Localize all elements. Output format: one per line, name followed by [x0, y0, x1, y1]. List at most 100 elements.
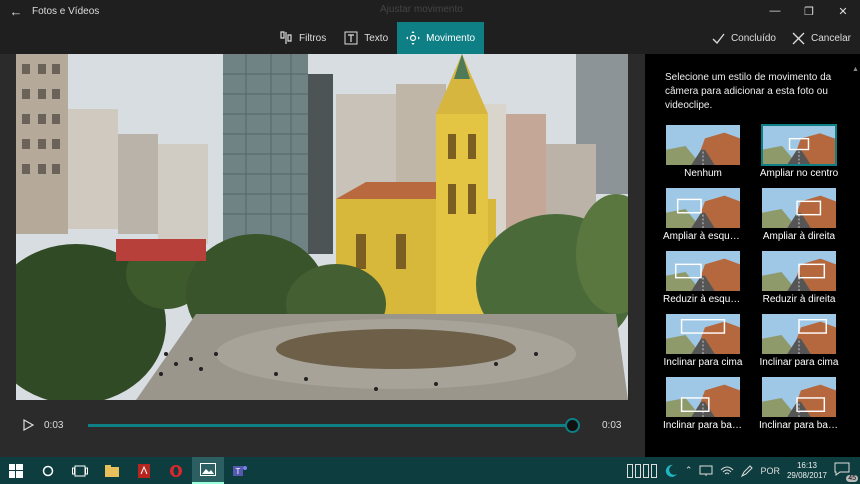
folder-icon	[105, 464, 119, 477]
close-icon	[792, 32, 805, 44]
preview-area: 0:03 0:03	[0, 54, 645, 457]
panel-scrollbar[interactable]: ▲	[852, 66, 859, 456]
network-icon[interactable]	[699, 465, 713, 477]
svg-text:T: T	[236, 467, 241, 476]
motion-style-thumbnail	[761, 124, 837, 166]
motion-style-thumbnail	[665, 124, 741, 166]
taskbar: T ⌃ POR 16:13 29/08/2017 45	[0, 457, 860, 484]
tab-label: Filtros	[299, 32, 327, 44]
app-title: Fotos e Vídeos	[32, 5, 100, 17]
start-button[interactable]	[0, 457, 32, 484]
motion-style-thumbnail	[761, 187, 837, 229]
taskbar-app-photos[interactable]	[192, 457, 224, 484]
motion-style-label: Ampliar à direita	[762, 231, 836, 242]
chevron-up-icon[interactable]: ⌃	[685, 465, 693, 476]
close-window-button[interactable]: ✕	[826, 0, 860, 22]
arrow-left-icon: ←	[9, 3, 23, 19]
done-label: Concluído	[730, 32, 776, 44]
window-controls: — ❐ ✕	[758, 0, 860, 22]
edit-tabs: Filtros Texto Movimento	[270, 22, 485, 54]
ghost-title: Ajustar movimento	[380, 4, 463, 15]
motion-style-option[interactable]: Inclinar para baixo	[663, 376, 743, 431]
task-view-button[interactable]	[64, 457, 96, 484]
tab-label: Movimento	[426, 32, 476, 44]
tab-label: Texto	[364, 32, 389, 44]
pdf-icon	[138, 463, 150, 478]
tab-text[interactable]: Texto	[335, 22, 397, 54]
city-photo-image	[16, 54, 628, 400]
minimize-button[interactable]: —	[758, 0, 792, 22]
motion-style-option[interactable]: Ampliar à direita	[759, 187, 839, 242]
notification-count: 45	[846, 474, 858, 482]
motion-style-label: Inclinar para baixo	[663, 420, 743, 431]
back-button[interactable]: ←	[0, 0, 32, 22]
maximize-button[interactable]: ❐	[792, 0, 826, 22]
motion-style-label: Reduzir à esquerda	[663, 294, 743, 305]
motion-style-option[interactable]: Nenhum	[663, 124, 743, 179]
done-button[interactable]: Concluído	[709, 32, 779, 45]
motion-style-grid: Nenhum Ampliar no centro Ampliar à esquerd…	[663, 124, 843, 431]
language-indicator[interactable]: POR	[760, 466, 780, 476]
seek-thumb[interactable]	[565, 418, 580, 433]
teams-icon: T	[233, 465, 247, 476]
wifi-icon[interactable]	[720, 465, 734, 477]
opera-icon	[170, 464, 182, 477]
panel-description: Selecione um estilo de movimento da câme…	[665, 72, 832, 111]
notification-center-button[interactable]: 45	[834, 462, 858, 482]
motion-panel: Selecione um estilo de movimento da câme…	[645, 54, 860, 457]
seek-track[interactable]	[88, 424, 572, 427]
scroll-up-icon[interactable]: ▲	[852, 66, 859, 73]
text-icon	[344, 31, 358, 45]
total-time: 0:03	[602, 420, 622, 431]
motion-style-label: Reduzir à direita	[762, 294, 836, 305]
moon-icon[interactable]	[664, 464, 678, 478]
motion-icon	[406, 31, 421, 45]
taskbar-app-opera[interactable]	[160, 457, 192, 484]
filter-icon	[280, 31, 292, 44]
tab-filters[interactable]: Filtros	[270, 22, 335, 54]
motion-style-label: Inclinar para cima	[663, 357, 743, 368]
motion-style-thumbnail	[665, 250, 741, 292]
playback-bar: 0:03 0:03	[0, 409, 645, 441]
tab-motion[interactable]: Movimento	[397, 22, 485, 54]
clock[interactable]: 16:13 29/08/2017	[787, 461, 827, 481]
motion-style-label: Ampliar no centro	[759, 168, 839, 179]
toolbar-actions: Concluído Cancelar	[709, 22, 854, 54]
motion-style-option[interactable]: Ampliar no centro	[759, 124, 839, 179]
taskbar-app-folder[interactable]	[96, 457, 128, 484]
windows-logo-icon	[9, 463, 23, 478]
battery-indicator[interactable]	[626, 463, 657, 478]
current-time: 0:03	[44, 420, 64, 431]
motion-style-thumbnail	[761, 250, 837, 292]
motion-style-option[interactable]: Ampliar à esquerda	[663, 187, 743, 242]
cancel-label: Cancelar	[810, 32, 851, 44]
motion-style-label: Inclinar para baixo	[759, 420, 839, 431]
system-tray: ⌃ POR 16:13 29/08/2017 45	[626, 457, 860, 484]
taskbar-app-pdf[interactable]	[128, 457, 160, 484]
motion-style-option[interactable]: Inclinar para cima	[759, 313, 839, 368]
motion-style-option[interactable]: Inclinar para cima	[663, 313, 743, 368]
editor-toolbar: Filtros Texto Movimento Concluído Cancel…	[0, 22, 860, 54]
motion-style-option[interactable]: Reduzir à esquerda	[663, 250, 743, 305]
checkmark-icon	[712, 33, 725, 44]
title-bar: ← Fotos e Vídeos Ajustar movimento — ❐ ✕	[0, 0, 860, 22]
clock-time: 16:13	[796, 460, 817, 470]
play-icon[interactable]	[22, 419, 34, 431]
pen-icon[interactable]	[741, 464, 754, 477]
motion-style-thumbnail	[665, 187, 741, 229]
photos-icon	[200, 463, 216, 476]
cortana-button[interactable]	[32, 457, 64, 484]
motion-style-option[interactable]: Inclinar para baixo	[759, 376, 839, 431]
motion-style-thumbnail	[665, 313, 741, 355]
photo-preview[interactable]	[16, 54, 628, 400]
cortana-circle-icon	[42, 465, 54, 476]
notification-icon	[834, 462, 850, 476]
cancel-button[interactable]: Cancelar	[789, 32, 854, 45]
bar-segment	[650, 463, 657, 478]
bar-segment	[642, 463, 649, 478]
motion-style-option[interactable]: Reduzir à direita	[759, 250, 839, 305]
bar-segment	[626, 463, 633, 478]
motion-style-label: Inclinar para cima	[759, 357, 839, 368]
bar-segment	[634, 463, 641, 478]
taskbar-app-teams[interactable]: T	[224, 457, 256, 484]
